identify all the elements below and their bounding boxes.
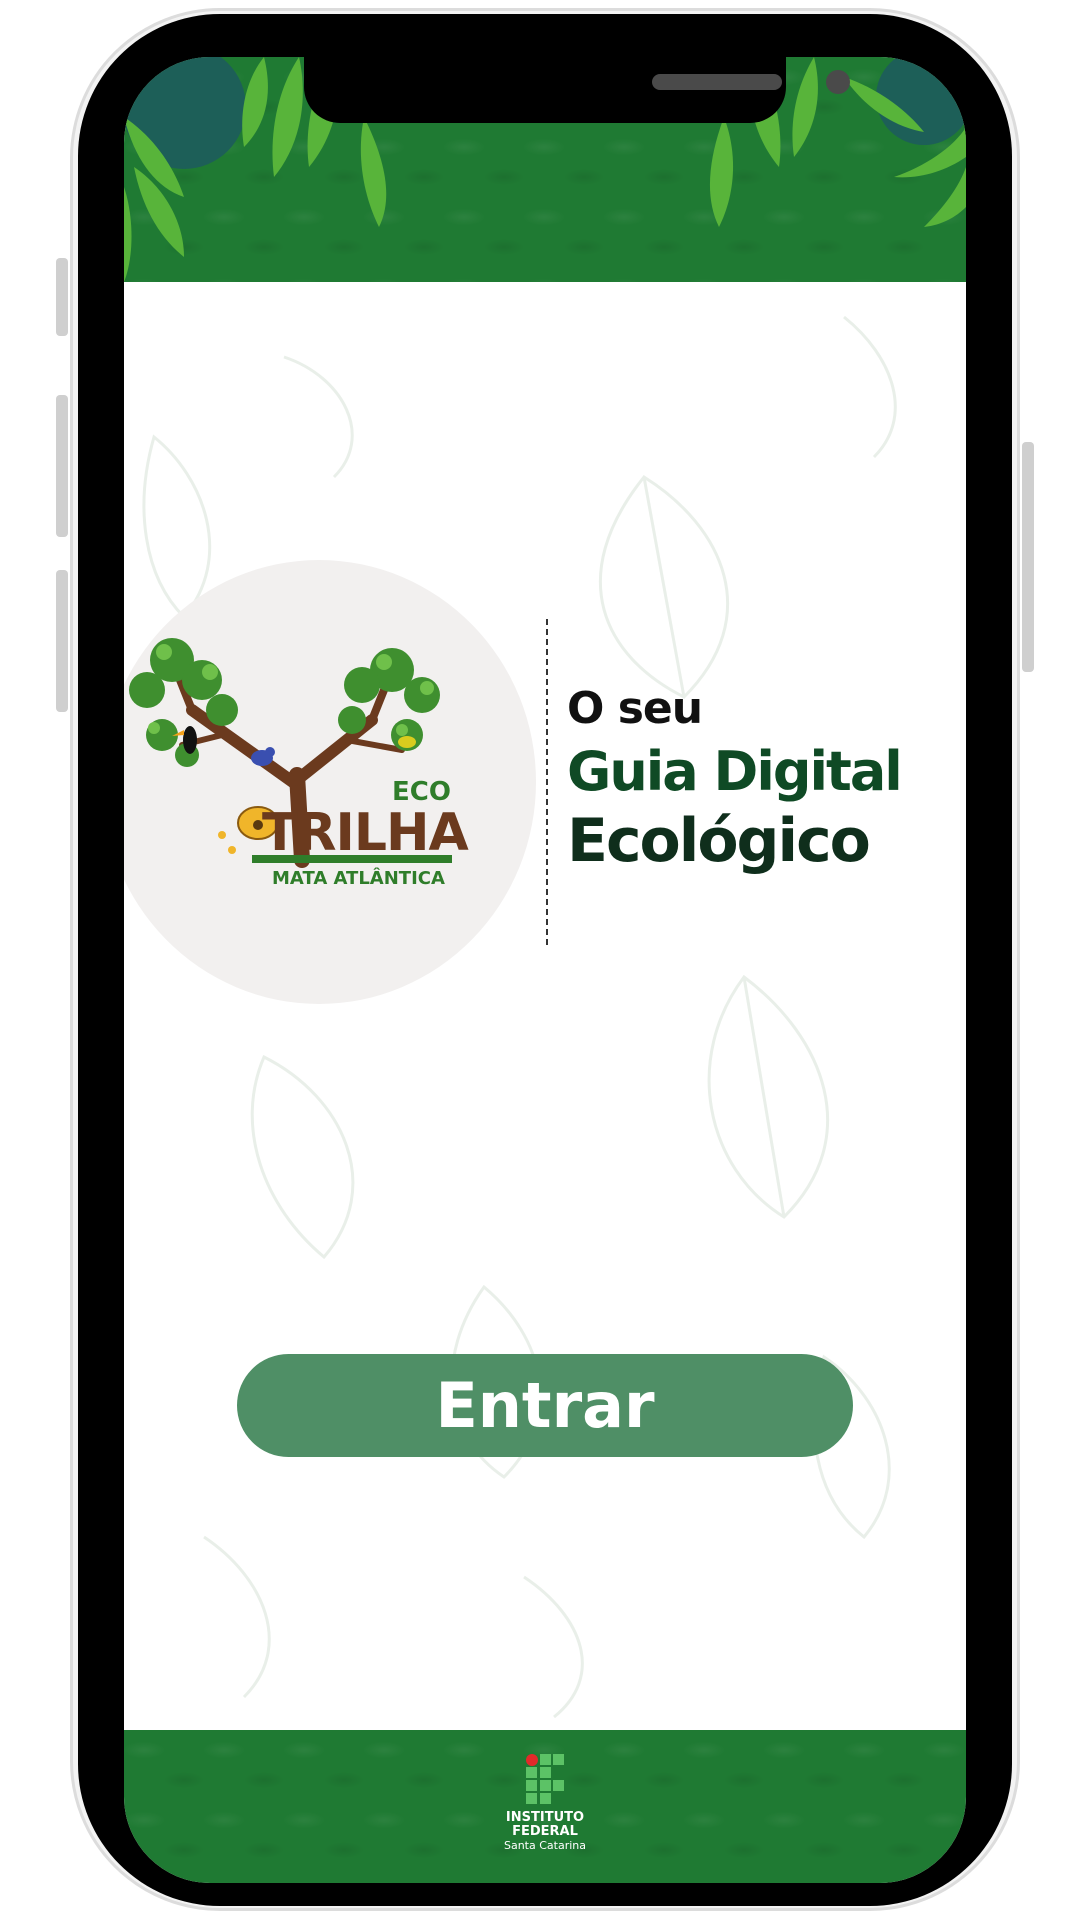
ifsc-mark-icon: [526, 1754, 564, 1804]
speaker-grille: [652, 74, 782, 90]
app-logo-badge: ECO TRILHA MATA ATLÂNTICA: [124, 560, 536, 1004]
phone-mockup: ECO TRILHA MATA ATLÂNTICA O seu Guia Dig…: [0, 0, 1080, 1920]
logo-trilha-text: TRILHA: [262, 803, 469, 863]
enter-button[interactable]: Entrar: [237, 1354, 853, 1457]
volume-down-button: [56, 570, 68, 712]
tree-logo-icon: ECO TRILHA MATA ATLÂNTICA: [129, 638, 470, 889]
logo-subtitle-text: MATA ATLÂNTICA: [272, 867, 445, 889]
ifsc-name-line-1: INSTITUTO: [505, 1810, 585, 1825]
ifsc-name-line-2: FEDERAL: [512, 1824, 578, 1839]
tagline-line-1: O seu: [567, 683, 703, 734]
power-button: [1022, 442, 1034, 672]
front-camera: [826, 70, 850, 94]
logo-divider: [546, 619, 548, 945]
ifsc-logo-icon: INSTITUTO FEDERAL Santa Catarina: [489, 1754, 601, 1864]
app-screen: ECO TRILHA MATA ATLÂNTICA O seu Guia Dig…: [124, 57, 966, 1883]
app-tagline: O seu Guia Digital Ecológico: [567, 683, 957, 876]
phone-notch: [304, 57, 850, 123]
ifsc-name-line-3: Santa Catarina: [503, 1839, 586, 1852]
volume-up-button: [56, 395, 68, 537]
mute-switch: [56, 258, 68, 336]
tagline-line-2: Guia Digital: [567, 740, 903, 803]
tagline-line-3: Ecológico: [567, 806, 871, 876]
